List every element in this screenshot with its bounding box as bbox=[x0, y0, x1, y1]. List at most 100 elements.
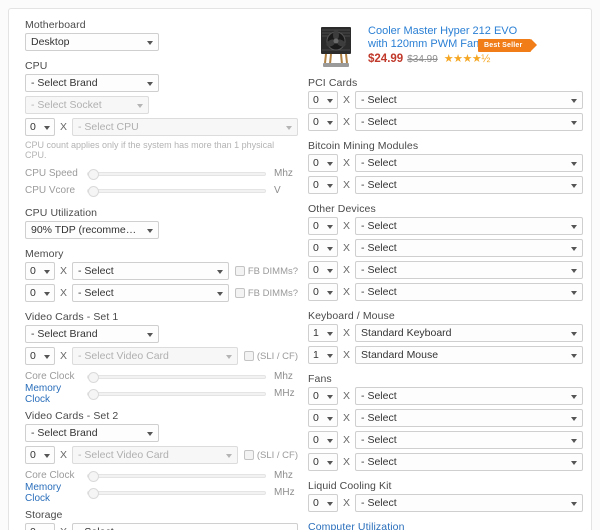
best-seller-badge: Best Seller bbox=[478, 39, 538, 52]
mouse-qty-select[interactable]: 1 bbox=[308, 346, 339, 364]
fan-row: 0 X - Select bbox=[308, 387, 583, 405]
pci-card-row: 0 X - Select bbox=[308, 113, 583, 131]
cpu-vcore-slider[interactable] bbox=[87, 185, 267, 197]
other-device-qty-select[interactable]: 0 bbox=[308, 283, 339, 301]
storage-qty-select[interactable]: 0 bbox=[25, 523, 55, 530]
video-set1-core-clock-knob[interactable] bbox=[88, 371, 99, 383]
fb-dimms-checkbox[interactable] bbox=[234, 266, 245, 276]
fb-dimms-checkbox[interactable] bbox=[234, 288, 245, 298]
other-devices-label: Other Devices bbox=[308, 203, 376, 215]
other-device-select[interactable]: - Select bbox=[355, 239, 583, 257]
other-device-x-separator: X bbox=[343, 264, 351, 276]
cpu-vcore-label: CPU Vcore bbox=[25, 185, 76, 196]
computer-utilization-label[interactable]: Computer Utilization bbox=[308, 521, 583, 530]
cpu-brand-select[interactable]: - Select Brand bbox=[25, 74, 159, 92]
section-other-devices: Other Devices 0 X - Select 0 X - Select … bbox=[308, 203, 583, 301]
mouse-select[interactable]: Standard Mouse bbox=[355, 346, 583, 364]
product-sale-price: $24.99 bbox=[368, 53, 404, 65]
section-motherboard: Motherboard Desktop bbox=[25, 19, 298, 51]
bitcoin-module-select[interactable]: - Select bbox=[355, 176, 583, 194]
video-set2-card-select[interactable]: - Select Video Card bbox=[72, 446, 238, 464]
video-set2-memory-clock-label[interactable]: Memory Clock bbox=[25, 482, 87, 504]
fan-qty-select[interactable]: 0 bbox=[308, 431, 339, 449]
other-device-row: 0 X - Select bbox=[308, 261, 583, 279]
sli-cf-checkbox[interactable] bbox=[243, 351, 254, 361]
fb-dimms-group: FB DIMMs? bbox=[234, 287, 299, 299]
pci-card-row: 0 X - Select bbox=[308, 91, 583, 109]
video-set1-memory-clock-knob[interactable] bbox=[88, 388, 99, 400]
fan-x-separator: X bbox=[343, 390, 351, 402]
keyboard-select[interactable]: Standard Keyboard bbox=[355, 324, 583, 342]
memory-module-select[interactable]: - Select bbox=[72, 262, 229, 280]
video-set1-memory-clock-slider[interactable] bbox=[87, 388, 267, 400]
bitcoin-qty-select[interactable]: 0 bbox=[308, 154, 339, 172]
other-device-qty-select[interactable]: 0 bbox=[308, 261, 339, 279]
pci-qty-select[interactable]: 0 bbox=[308, 113, 339, 131]
fb-dimms-label: FB DIMMs? bbox=[247, 265, 299, 277]
section-storage: Storage 0 X - Select 0 X - Select 0 X - … bbox=[25, 509, 299, 530]
memory-module-select[interactable]: - Select bbox=[72, 284, 229, 302]
video-set1-memory-clock-label[interactable]: Memory Clock bbox=[25, 383, 87, 405]
cpu-count-row: 0 X - Select CPU bbox=[25, 118, 299, 136]
fan-x-separator: X bbox=[343, 412, 351, 424]
video-set1-label: Video Cards - Set 1 bbox=[25, 311, 119, 323]
storage-label: Storage bbox=[25, 509, 63, 521]
cpu-speed-slider-knob[interactable] bbox=[88, 168, 99, 180]
fan-select[interactable]: - Select bbox=[355, 453, 583, 471]
bitcoin-module-select[interactable]: - Select bbox=[355, 154, 583, 172]
fan-qty-select[interactable]: 0 bbox=[308, 387, 339, 405]
pci-card-select[interactable]: - Select bbox=[355, 113, 583, 131]
cpu-model-select[interactable]: - Select CPU bbox=[72, 118, 299, 136]
rating-full-stars: ★★★★ bbox=[443, 52, 482, 65]
other-device-x-separator: X bbox=[343, 242, 351, 254]
video-set2-memory-clock-slider[interactable] bbox=[87, 487, 267, 499]
other-device-qty-select[interactable]: 0 bbox=[308, 239, 339, 257]
video-set2-memory-clock-knob[interactable] bbox=[88, 487, 99, 499]
storage-device-select[interactable]: - Select bbox=[72, 523, 299, 530]
fb-dimms-label: FB DIMMs? bbox=[247, 287, 299, 299]
fan-select[interactable]: - Select bbox=[355, 431, 583, 449]
video-set2-core-clock-knob[interactable] bbox=[88, 470, 99, 482]
fan-row: 0 X - Select bbox=[308, 409, 583, 427]
cpu-speed-slider[interactable] bbox=[87, 168, 267, 180]
video-set2-core-clock-slider[interactable] bbox=[87, 470, 267, 482]
cpu-vcore-slider-knob[interactable] bbox=[88, 185, 99, 197]
video-set1-core-clock-slider[interactable] bbox=[87, 371, 267, 383]
fan-x-separator: X bbox=[343, 434, 351, 446]
pci-qty-select[interactable]: 0 bbox=[308, 91, 339, 109]
video-set2-brand-select[interactable]: - Select Brand bbox=[25, 424, 159, 442]
fan-qty-select[interactable]: 0 bbox=[308, 453, 339, 471]
fan-qty-select[interactable]: 0 bbox=[308, 409, 339, 427]
bitcoin-qty-select[interactable]: 0 bbox=[308, 176, 339, 194]
bitcoin-module-row: 0 X - Select bbox=[308, 176, 583, 194]
memory-qty-select[interactable]: 0 bbox=[25, 262, 55, 280]
cpu-socket-select[interactable]: - Select Socket bbox=[25, 96, 149, 114]
video-set1-qty-select[interactable]: 0 bbox=[25, 347, 55, 365]
memory-qty-select[interactable]: 0 bbox=[25, 284, 55, 302]
liquid-cooling-select[interactable]: - Select bbox=[355, 494, 583, 512]
other-device-select[interactable]: - Select bbox=[355, 261, 583, 279]
sli-cf-checkbox[interactable] bbox=[243, 450, 254, 460]
fan-select[interactable]: - Select bbox=[355, 387, 583, 405]
cpu-vcore-row: CPU Vcore V bbox=[25, 183, 298, 198]
cpu-speed-row: CPU Speed Mhz bbox=[25, 166, 298, 181]
motherboard-select[interactable]: Desktop bbox=[25, 33, 159, 51]
video-set1-brand-select[interactable]: - Select Brand bbox=[25, 325, 159, 343]
product-ad[interactable]: Cooler Master Hyper 212 EVO with 120mm P… bbox=[308, 19, 583, 77]
liquid-cooling-qty-select[interactable]: 0 bbox=[308, 494, 339, 512]
cpu-utilization-select[interactable]: 90% TDP (recommended) bbox=[25, 221, 159, 239]
pci-card-select[interactable]: - Select bbox=[355, 91, 583, 109]
cpu-x-separator: X bbox=[60, 121, 68, 133]
cpu-count-select[interactable]: 0 bbox=[25, 118, 55, 136]
keyboard-qty-select[interactable]: 1 bbox=[308, 324, 339, 342]
video-set2-sli-group: (SLI / CF) bbox=[243, 450, 298, 461]
fan-select[interactable]: - Select bbox=[355, 409, 583, 427]
video-set2-qty-select[interactable]: 0 bbox=[25, 446, 55, 464]
video-set1-card-select[interactable]: - Select Video Card bbox=[72, 347, 238, 365]
other-device-select[interactable]: - Select bbox=[355, 217, 583, 235]
other-device-select[interactable]: - Select bbox=[355, 283, 583, 301]
fans-label: Fans bbox=[308, 373, 332, 385]
other-device-qty-select[interactable]: 0 bbox=[308, 217, 339, 235]
section-cpu: CPU - Select Brand - Select Socket 0 X -… bbox=[25, 60, 299, 198]
section-video-cards-set-2: Video Cards - Set 2 - Select Brand 0 X -… bbox=[25, 410, 298, 504]
